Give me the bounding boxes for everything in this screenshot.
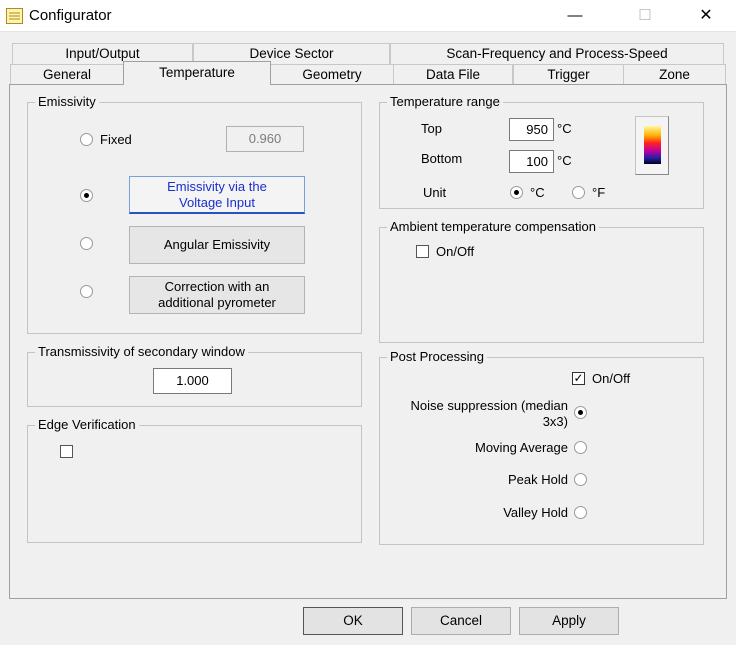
top-unit-label: °C — [557, 121, 572, 136]
window-title: Configurator — [29, 7, 112, 24]
post-processing-onoff-label: On/Off — [592, 371, 631, 386]
apply-button[interactable]: Apply — [519, 607, 619, 635]
top-temperature-input[interactable]: 950 — [509, 118, 554, 141]
celsius-radio[interactable] — [510, 186, 523, 199]
edge-verification-checkbox[interactable] — [60, 445, 73, 458]
tab-zone[interactable]: Zone — [623, 64, 726, 86]
tab-general[interactable]: General — [10, 64, 124, 86]
edge-verification-title: Edge Verification — [35, 418, 139, 432]
angular-emissivity-button[interactable]: Angular Emissivity — [129, 226, 305, 264]
bottom-temperature-input[interactable]: 100 — [509, 150, 554, 173]
fahrenheit-radio[interactable] — [572, 186, 585, 199]
emissivity-group-title: Emissivity — [35, 95, 99, 109]
pyrometer-correction-button[interactable]: Correction with an additional pyrometer — [129, 276, 305, 314]
app-icon — [6, 8, 23, 24]
temperature-range-title: Temperature range — [387, 95, 503, 109]
close-button[interactable]: ✕ — [683, 0, 729, 32]
peak-hold-radio[interactable] — [574, 473, 587, 486]
valley-hold-label: Valley Hold — [503, 505, 568, 520]
angular-emissivity-radio[interactable] — [80, 237, 93, 250]
fahrenheit-label: °F — [592, 185, 606, 200]
moving-average-label: Moving Average — [475, 440, 568, 455]
ambient-onoff-label: On/Off — [436, 244, 475, 259]
noise-suppression-label: Noise suppression (median 3x3) — [410, 398, 568, 429]
moving-average-radio[interactable] — [574, 441, 587, 454]
pyrometer-correction-radio[interactable] — [80, 285, 93, 298]
edge-verification-group: Edge Verification — [27, 418, 362, 543]
tab-data-file[interactable]: Data File — [393, 64, 513, 86]
maximize-button[interactable]: ☐ — [622, 0, 668, 32]
valley-hold-radio[interactable] — [574, 506, 587, 519]
fixed-emissivity-radio[interactable] — [80, 133, 93, 146]
tab-geometry[interactable]: Geometry — [270, 64, 394, 86]
ambient-onoff-checkbox[interactable] — [416, 245, 429, 258]
top-label: Top — [421, 121, 442, 136]
noise-suppression-radio[interactable] — [574, 406, 587, 419]
fixed-emissivity-label: Fixed — [100, 132, 132, 147]
celsius-label: °C — [530, 185, 545, 200]
color-palette-icon — [644, 126, 661, 164]
tab-scan-frequency[interactable]: Scan-Frequency and Process-Speed — [390, 43, 724, 65]
minimize-button[interactable]: — — [552, 0, 598, 32]
ambient-compensation-title: Ambient temperature compensation — [387, 220, 599, 234]
bottom-unit-label: °C — [557, 153, 572, 168]
tab-trigger[interactable]: Trigger — [513, 64, 624, 86]
transmissivity-group-title: Transmissivity of secondary window — [35, 345, 248, 359]
peak-hold-label: Peak Hold — [508, 472, 568, 487]
transmissivity-input[interactable]: 1.000 — [153, 368, 232, 394]
cancel-button[interactable]: Cancel — [411, 607, 511, 635]
fixed-emissivity-input[interactable]: 0.960 — [226, 126, 304, 152]
emissivity-voltage-button[interactable]: Emissivity via the Voltage Input — [129, 176, 305, 214]
voltage-emissivity-radio[interactable] — [80, 189, 93, 202]
post-processing-checkbox[interactable]: ✓ — [572, 372, 585, 385]
ok-button[interactable]: OK — [303, 607, 403, 635]
bottom-label: Bottom — [421, 151, 463, 166]
post-processing-title: Post Processing — [387, 350, 487, 364]
palette-button[interactable] — [635, 116, 669, 175]
tab-temperature[interactable]: Temperature — [123, 61, 271, 85]
unit-label: Unit — [423, 185, 447, 200]
